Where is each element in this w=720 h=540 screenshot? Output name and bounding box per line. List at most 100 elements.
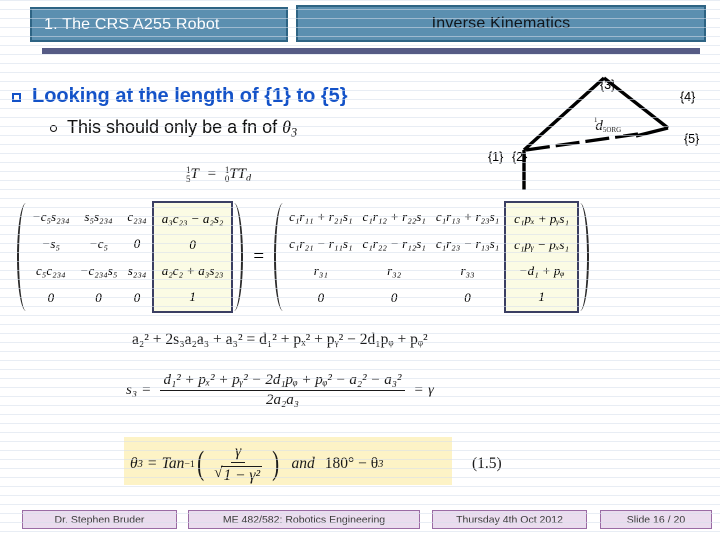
right-T-symbol: T: [229, 166, 238, 182]
vector-subscript: 5ORG: [602, 126, 622, 135]
matrix-left-cell-r2-c3: 0: [133, 236, 141, 251]
matrix-right-open-paren: [271, 201, 284, 313]
matrix-left-column-3: c₂₃₄ 0 s₂₃₄ 0: [122, 201, 151, 313]
equation-s3-fraction: d₁² + pₓ² + pᵧ² − 2d₁pᵩ + pᵩ² − a₂² − a₃…: [159, 372, 406, 409]
matrix-left-cell-r4-c4: 1: [189, 288, 196, 304]
matrix-left-cell-r1-c1: −c₅s₂₃₄: [32, 209, 70, 224]
matrix-right-column-3: c₁r₁₃ + r₂₃s₁ c₁r₂₃ − r₁₃s₁ r₃₃ 0: [431, 201, 504, 313]
link-wrist-line: [635, 126, 669, 138]
square-bullet-icon: [12, 93, 21, 102]
arctan-open-paren: (: [197, 444, 205, 482]
vector-d5org-line: [525, 132, 639, 152]
matrix-left-close-paren: [233, 201, 246, 313]
topic-title-box: Inverse Kinematics: [296, 5, 706, 42]
matrix-left-open-paren: [14, 201, 27, 313]
matrix-right-cell-r4-c3: 0: [464, 290, 471, 305]
left-T-prefix: 1 5: [186, 166, 191, 183]
right-T-prefix: 1 0: [225, 166, 230, 183]
matrix-right-cell-r1-c4: c₁pₓ + pᵧs₁: [514, 210, 570, 226]
matrix-right-close-paren: [579, 201, 592, 313]
equation-s3-lhs: s₃: [126, 382, 138, 398]
header-accent-bar: [42, 48, 700, 54]
footer-author: Dr. Stephen Bruder: [22, 510, 177, 529]
matrix-right-cell-r1-c3: c₁r₁₃ + r₂₃s₁: [435, 209, 500, 224]
equation-s3-equals: =: [142, 382, 151, 398]
sqrt-group: √ 1 − γ²: [214, 466, 263, 485]
left-T-presub: 5: [186, 173, 191, 184]
transform-equals: =: [207, 166, 217, 182]
matrix-right-cell-r4-c1: 0: [317, 290, 325, 305]
equation-conjunction: and: [291, 455, 315, 472]
matrix-left-cell-r1-c4: a₃c₂₃ − a₂s₂: [161, 210, 224, 226]
bullet-secondary: This should only be a fn of θ3: [50, 116, 297, 143]
matrix-right-cell-r1-c1: c₁r₁₁ + r₂₁s₁: [289, 209, 353, 224]
arctan-fraction: γ √ 1 − γ²: [210, 443, 266, 485]
matrix-left-column-2: s₅s₂₃₄ −c₅ −c₂₃₄s₅ 0: [75, 201, 123, 313]
matrix-right-cell-r2-c1: c₁r₂₁ − r₁₁s₁: [289, 236, 353, 251]
matrix-left-cell-r4-c3: 0: [133, 290, 141, 305]
matrix-right-cell-r3-c1: r₃₁: [313, 263, 328, 278]
matrix-left-cell-r4-c1: 0: [47, 290, 55, 305]
vector-prefix: 1: [594, 117, 598, 125]
matrix-right-column-4: c₁pₓ + pᵧs₁ c₁pᵧ − pₓs₁ −d₁ + pᵩ 1: [504, 201, 580, 313]
right-T-symbol-2-sub: d: [246, 172, 252, 184]
bullet-primary: Looking at the length of {1} to {5}: [12, 84, 348, 108]
circle-bullet-icon: [50, 125, 57, 132]
bullet-primary-label: Looking at the length of {1} to {5}: [32, 85, 348, 107]
diagram-label-frame-4: {4}: [680, 90, 696, 104]
second-solution-subscript: 3: [378, 458, 384, 470]
equation-s3-gamma: γ: [427, 382, 434, 398]
matrix-left-cell-r1-c2: s₅s₂₃₄: [84, 209, 113, 224]
theta-subscript: 3: [290, 125, 298, 140]
second-solution-text: 180° − θ: [324, 455, 379, 472]
matrix-right-cell-r4-c4: 1: [538, 288, 545, 304]
equation-theta3: θ3 = Tan −1 ( γ √ 1 − γ² ) and 180° − θ3: [130, 443, 383, 485]
matrix-left-cell-r3-c4: a₂c₂ + a₃s₂₃: [161, 262, 224, 278]
diagram-label-frame-5: {5}: [684, 132, 700, 146]
matrix-right-cell-r1-c2: c₁r₁₂ + r₂₂s₁: [362, 209, 426, 224]
diagram-label-frame-2: {2}: [512, 150, 528, 164]
arctan-exponent: −1: [184, 458, 195, 470]
equation-s3: s₃ = d₁² + pₓ² + pᵧ² − 2d₁pᵩ + pᵩ² − a₂²…: [126, 372, 434, 409]
footer-date: Thursday 4th Oct 2012: [432, 510, 587, 529]
matrix-left-cell-r3-c3: s₂₃₄: [127, 263, 147, 278]
section-title-box: 1. The CRS A255 Robot: [30, 7, 288, 42]
matrix-right-cell-r3-c2: r₃₂: [387, 263, 402, 278]
matrix-right-cell-r3-c4: −d₁ + pᵩ: [518, 262, 565, 278]
theta-symbol: θ: [282, 117, 291, 137]
topic-title-text: Inverse Kinematics: [431, 14, 571, 32]
matrix-right-column-1: c₁r₁₁ + r₂₁s₁ c₁r₂₁ − r₁₁s₁ r₃₁ 0: [284, 201, 357, 313]
matrix-left-cell-r4-c2: 0: [95, 290, 102, 305]
equation-s3-denominator: 2a₂a₃: [266, 392, 299, 408]
transform-equation: 1 5 T = 1 0 TTd: [186, 166, 251, 184]
right-T-presub: 0: [224, 173, 230, 184]
matrix-right-column-2: c₁r₁₂ + r₂₂s₁ c₁r₂₂ − r₁₂s₁ r₃₂ 0: [357, 201, 430, 313]
matrix-left-cell-r2-c4: 0: [189, 236, 196, 252]
arctan-numerator: γ: [231, 443, 246, 463]
arctan-close-paren: ): [272, 444, 280, 482]
theta3-symbol: θ: [130, 455, 138, 472]
matrix-right-columns: c₁r₁₁ + r₂₁s₁ c₁r₂₁ − r₁₁s₁ r₃₁ 0 c₁r₁₂ + r₂…: [284, 201, 580, 313]
robot-link-diagram: {1} {2} {3} {4} {5} 1d5ORG: [488, 70, 720, 190]
matrix-left-cell-r3-c1: c₅c₂₃₄: [36, 263, 66, 278]
matrix-right-cell-r4-c2: 0: [390, 290, 398, 305]
matrix-left-cell-r1-c3: c₂₃₄: [127, 209, 147, 224]
equation-s3-numerator: d₁² + pₓ² + pᵧ² − 2d₁pᵩ + pᵩ² − a₂² − a₃…: [159, 372, 406, 391]
matrix-equals-sign: =: [253, 246, 265, 267]
matrix-right-cell-r2-c3: c₁r₂₃ − r₁₃s₁: [435, 236, 500, 251]
arctan-function: Tan: [161, 455, 185, 472]
equation-number: (1.5): [472, 455, 502, 472]
matrix-equation-row: −c₅s₂₃₄ −s₅ c₅c₂₃₄ 0 s₅s₂₃₄ −c₅ −c₂₃₄s₅ 0 c₂₃₄ 0 s…: [14, 198, 714, 316]
equation-s3-equals-2: =: [414, 382, 423, 398]
matrix-left-cell-r3-c2: −c₂₃₄s₅: [79, 263, 118, 278]
left-T-symbol: T: [190, 166, 199, 182]
footer-slide: Slide 16 / 20: [600, 510, 712, 529]
matrix-left-cell-r2-c2: −c₅: [89, 236, 109, 251]
matrix-right: c₁r₁₁ + r₂₁s₁ c₁r₂₁ − r₁₁s₁ r₃₁ 0 c₁r₁₂ + r₂…: [271, 201, 592, 313]
arctan-radicand: 1 − γ²: [221, 466, 263, 484]
matrix-left-columns: −c₅s₂₃₄ −s₅ c₅c₂₃₄ 0 s₅s₂₃₄ −c₅ −c₂₃₄s₅ 0 c₂₃₄ 0 s…: [27, 201, 234, 313]
diagram-label-vector-d5org: 1d5ORG: [592, 117, 624, 135]
right-T-symbol-2: T: [237, 166, 246, 182]
equation-length-squared: a₂² + 2s₃a₂a₃ + a₃² = d₁² + pₓ² + pᵧ² − …: [132, 331, 428, 348]
diagram-label-frame-1: {1}: [488, 150, 504, 164]
